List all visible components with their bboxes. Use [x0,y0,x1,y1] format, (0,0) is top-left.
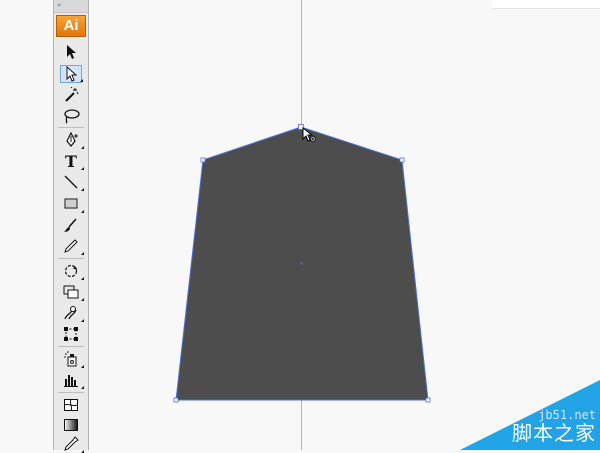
anchor-point[interactable] [399,157,405,163]
scale-icon [63,285,79,299]
tool-group-divider [58,392,84,393]
graph-tool-button[interactable] [60,371,84,389]
rotate-icon [64,264,78,278]
direct-selection-tool-button[interactable] [60,65,83,83]
gradient-tool-button[interactable] [60,416,82,434]
selection-tool-button[interactable] [60,43,82,61]
pencil-tool-button[interactable] [60,237,84,255]
gradient-icon [64,419,78,431]
magic-wand-tool-button[interactable] [60,86,82,104]
tool-group-divider [58,346,84,347]
shape-center-point [300,262,303,265]
pen-tool-button[interactable] [60,131,84,149]
rectangle-icon [64,198,78,209]
anchor-point[interactable] [173,397,179,403]
flyout-indicator [81,365,84,368]
type-icon: T [65,151,77,171]
column-graph-icon [64,375,78,387]
flyout-indicator [81,319,84,322]
pencil-icon [64,239,78,253]
rectangle-tool-button[interactable] [60,195,84,213]
lasso-icon [64,109,80,124]
pen-icon [66,132,78,147]
anchor-point[interactable] [425,397,431,403]
site-watermark: jb51.net 脚本之家 [460,380,600,450]
app-logo: Ai [56,15,86,37]
symbol-sprayer-tool-button[interactable] [60,350,84,368]
flyout-indicator [81,210,84,213]
flyout-indicator [81,277,84,280]
warp-tool-button[interactable] [60,304,84,322]
black-arrow-icon [67,45,76,59]
rotate-tool-button[interactable] [60,262,84,280]
flyout-indicator [81,298,84,301]
tools-panel: « Ai T [53,0,89,453]
line-segment-tool-button[interactable] [60,173,84,191]
type-tool-button[interactable]: T [60,151,84,171]
line-icon [64,175,78,189]
paintbrush-tool-button[interactable] [60,216,82,234]
warp-icon [64,306,77,320]
free-transform-icon [64,327,78,341]
flyout-indicator [81,167,84,170]
white-arrow-icon [66,66,78,82]
brush-icon [64,218,77,232]
mesh-tool-button[interactable] [60,396,82,414]
magic-wand-icon [65,87,79,102]
flyout-indicator [81,386,84,389]
tool-group-divider [58,258,84,259]
tool-group-divider [58,127,84,128]
lasso-tool-button[interactable] [60,107,82,125]
flyout-indicator [81,146,84,149]
anchor-point[interactable] [200,157,206,163]
flyout-indicator [81,252,84,255]
mesh-icon [64,399,78,411]
watermark-cn-text: 脚本之家 [512,421,596,445]
scale-tool-button[interactable] [60,283,84,301]
flyout-indicator [80,79,83,82]
free-transform-tool-button[interactable] [60,325,82,343]
flyout-indicator [81,188,84,191]
panel-grip[interactable]: « [54,0,88,13]
symbol-sprayer-icon [64,351,77,367]
eyedropper-tool-button[interactable] [60,435,84,453]
